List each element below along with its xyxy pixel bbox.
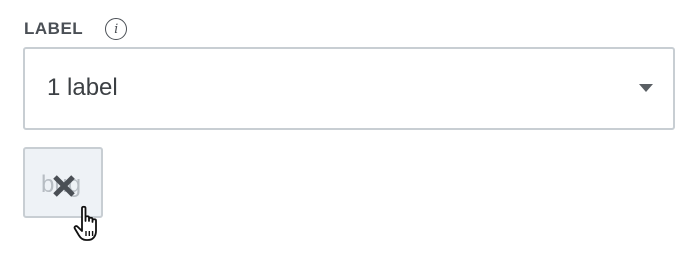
field-label: LABEL bbox=[24, 19, 84, 38]
close-icon[interactable] bbox=[51, 173, 77, 199]
label-field: LABEL i 1 label bug bbox=[0, 0, 690, 254]
info-icon[interactable]: i bbox=[105, 18, 128, 40]
field-header: LABEL i bbox=[24, 14, 128, 44]
label-select[interactable]: 1 label bbox=[23, 47, 675, 130]
chevron-down-icon bbox=[639, 84, 653, 92]
hand-pointer-icon bbox=[73, 205, 97, 241]
select-value: 1 label bbox=[47, 74, 118, 101]
